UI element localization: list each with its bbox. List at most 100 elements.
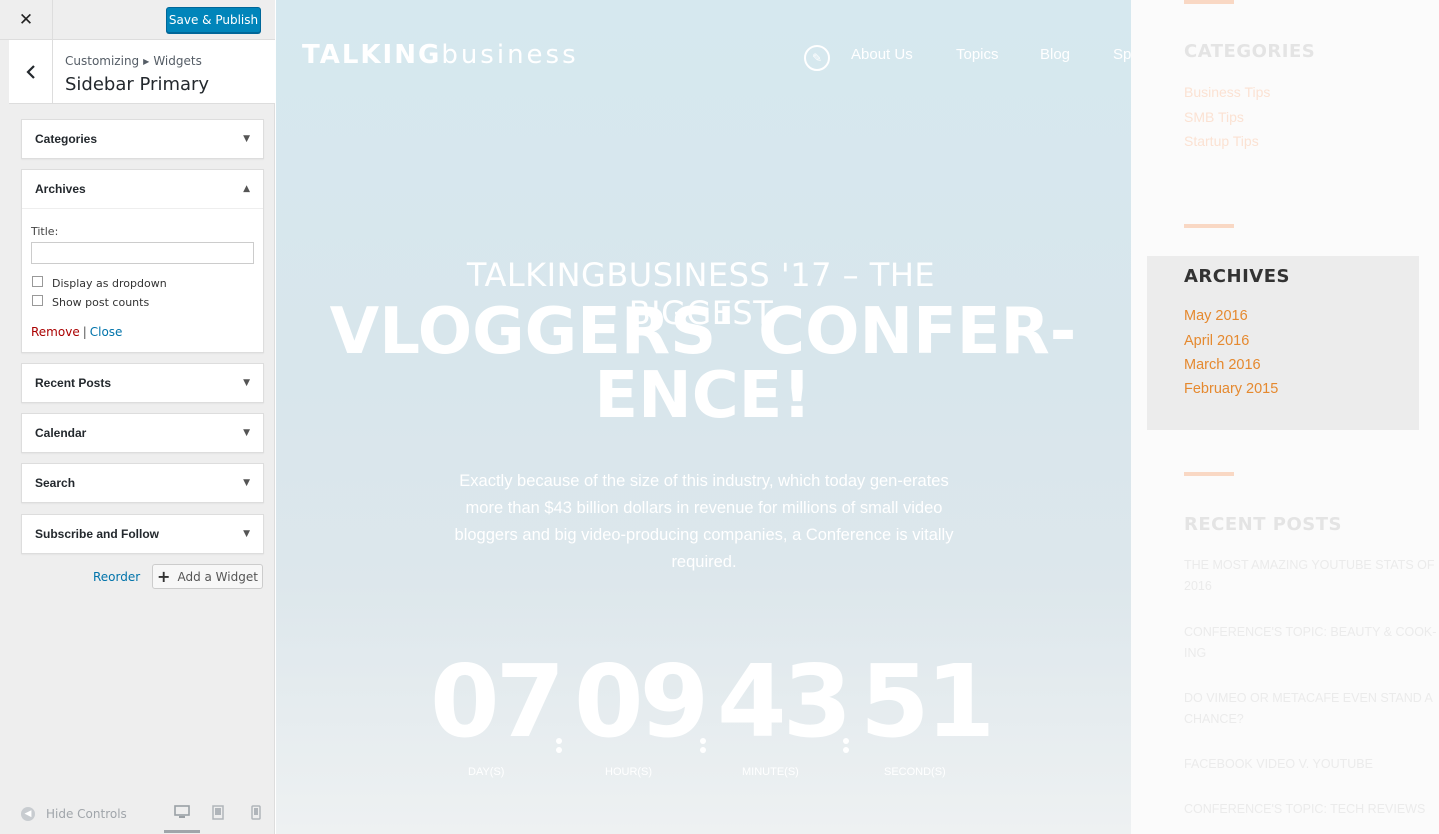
widget-header[interactable]: Categories ▼ [22,120,263,158]
countdown-days-label: DAY(S) [468,766,505,778]
caret-down-icon[interactable]: ▼ [243,478,250,488]
breadcrumb-customizing: Customizing [65,54,140,68]
hero-title-line-2: ENCE! [594,359,812,433]
recent-post-link[interactable]: DO VIMEO OR METACAFE EVEN STAND A CHANCE… [1184,688,1438,730]
caret-down-icon[interactable]: ▼ [243,134,250,144]
divider [1184,0,1234,4]
widget-search[interactable]: Search ▼ [21,463,264,503]
countdown-seconds: 51 [860,643,995,760]
countdown-hours: 09 [574,643,709,760]
display-dropdown-checkbox[interactable]: Display as dropdown [32,276,167,290]
tablet-icon[interactable] [212,805,224,820]
caret-down-icon[interactable]: ▼ [243,529,250,539]
widget-calendar[interactable]: Calendar ▼ [21,413,264,453]
breadcrumb-separator-icon: ▶ [143,57,150,66]
nav-about-us[interactable]: About Us [851,46,913,63]
countdown-days: 07 [430,643,565,760]
widget-archives[interactable]: Archives ▲ Title: Display as dropdown Sh… [21,169,264,353]
edit-pencil-icon[interactable]: ✎ [804,45,830,71]
archive-link[interactable]: March 2016 [1184,357,1261,373]
recent-post-link[interactable]: THE MOST AMAZING YOUTUBE STATS OF 2016 [1184,555,1438,597]
checkbox-box[interactable] [32,295,43,306]
archives-widget: ARCHIVES May 2016 April 2016 March 2016 … [1147,256,1419,430]
caret-down-icon[interactable]: ▼ [243,378,250,388]
site-sidebar: CATEGORIES Business Tips SMB Tips Startu… [1131,0,1439,834]
hero-title-line-1: VLOGGERS' CONFER- [329,295,1077,369]
site-preview: TALKINGbusiness ✎ About Us Topics Blog S… [276,0,1439,834]
widget-subscribe-follow[interactable]: Subscribe and Follow ▼ [21,514,264,554]
widget-recent-posts[interactable]: Recent Posts ▼ [21,363,264,403]
title-input[interactable] [31,242,254,264]
widget-header[interactable]: Calendar ▼ [22,414,263,452]
back-button[interactable] [9,40,53,104]
nav-speakers[interactable]: Sp [1113,46,1131,63]
widget-header[interactable]: Subscribe and Follow ▼ [22,515,263,553]
hero-description: Exactly because of the size of this indu… [454,472,954,571]
archive-link[interactable]: April 2016 [1184,333,1249,349]
archive-link[interactable]: May 2016 [1184,308,1248,324]
countdown-seconds-label: SECOND(S) [884,766,946,778]
recent-post-link[interactable]: CONFERENCE'S TOPIC: BEAUTY & COOK-ING [1184,622,1438,664]
category-link[interactable]: Business Tips [1184,84,1270,100]
caret-down-icon[interactable]: ▼ [243,428,250,438]
display-dropdown-label: Display as dropdown [52,277,167,290]
widget-header[interactable]: Search ▼ [22,464,263,502]
widget-title: Calendar [35,426,87,440]
widget-actions: Remove | Close [31,325,122,339]
close-icon[interactable]: ✕ [0,0,53,40]
caret-up-icon[interactable]: ▲ [243,184,250,194]
archives-heading: ARCHIVES [1184,266,1290,287]
reorder-link[interactable]: Reorder [93,570,140,584]
hero-title: VLOGGERS' CONFER- ENCE! [326,300,1080,428]
countdown-minutes: 43 [717,643,852,760]
mobile-icon[interactable] [251,805,261,820]
hide-controls-label: Hide Controls [46,807,127,821]
widget-form: Title: Display as dropdown Show post cou… [22,208,263,352]
countdown-hours-label: HOUR(S) [605,766,653,778]
show-post-counts-label: Show post counts [52,296,150,309]
add-widget-label: Add a Widget [177,569,258,584]
widget-title: Archives [35,182,86,196]
arrow-left-circle-icon: ◀ [21,807,35,821]
countdown-separator [842,735,850,756]
show-post-counts-checkbox[interactable]: Show post counts [32,295,150,309]
customizer-footer: ◀ Hide Controls [0,795,275,834]
remove-link[interactable]: Remove [31,325,80,339]
action-separator: | [82,325,87,339]
recent-posts-heading: RECENT POSTS [1184,514,1342,535]
active-device-indicator [164,830,200,833]
countdown-separator [699,735,707,756]
site-logo[interactable]: TALKINGbusiness [302,40,579,70]
add-widget-button[interactable]: + Add a Widget [152,564,263,589]
section-header: Customizing ▶ Widgets Sidebar Primary [9,40,275,104]
save-publish-button[interactable]: Save & Publish [166,7,261,33]
close-link[interactable]: Close [90,325,123,339]
category-link[interactable]: SMB Tips [1184,109,1244,125]
divider [1184,472,1234,476]
desktop-icon[interactable] [174,805,190,819]
countdown-separator [555,735,563,756]
customizer-header: ✕ Save & Publish [0,0,275,40]
logo-bold: TALKING [302,40,442,70]
chevron-left-icon [25,65,35,79]
categories-heading: CATEGORIES [1184,41,1316,62]
checkbox-box[interactable] [32,276,43,287]
category-link[interactable]: Startup Tips [1184,133,1259,149]
plus-icon: + [157,567,171,586]
widget-title: Search [35,476,76,490]
title-label: Title: [31,225,59,238]
widget-categories[interactable]: Categories ▼ [21,119,264,159]
logo-light: business [441,40,579,70]
widget-title: Categories [35,132,98,146]
customizer-panel: ✕ Save & Publish Customizing ▶ Widgets Sid… [0,0,275,834]
widget-title: Subscribe and Follow [35,527,160,541]
recent-post-link[interactable]: FACEBOOK VIDEO V. YOUTUBE [1184,754,1438,775]
hide-controls-button[interactable]: ◀ Hide Controls [21,807,127,821]
nav-topics[interactable]: Topics [956,46,999,63]
countdown-minutes-label: MINUTE(S) [742,766,799,778]
widget-header[interactable]: Recent Posts ▼ [22,364,263,402]
widget-header[interactable]: Archives ▲ [22,170,263,208]
nav-blog[interactable]: Blog [1040,46,1070,63]
recent-post-link[interactable]: CONFERENCE'S TOPIC: TECH REVIEWS [1184,799,1438,820]
archive-link[interactable]: February 2015 [1184,381,1278,397]
